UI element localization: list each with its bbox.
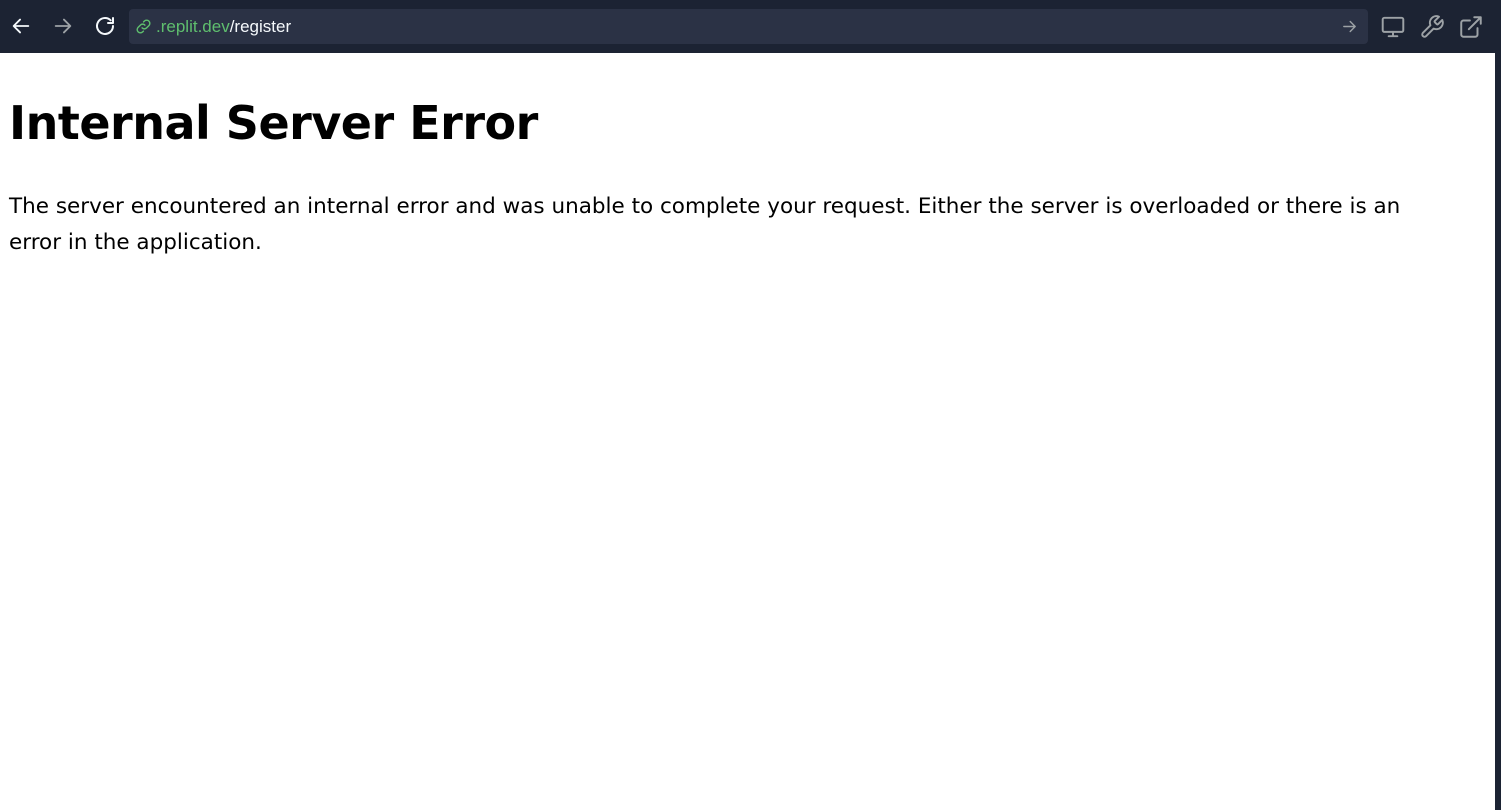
reload-button[interactable]: [93, 10, 117, 42]
back-button[interactable]: [9, 10, 33, 42]
error-message: The server encountered an internal error…: [9, 194, 1401, 255]
open-new-tab-button[interactable]: [1458, 14, 1484, 40]
browser-window: .replit.dev/register Internal Server Err…: [0, 0, 1501, 810]
reload-icon: [96, 17, 114, 35]
monitor-icon: [1381, 16, 1405, 38]
arrow-right-icon: [54, 18, 72, 34]
wrench-icon: [1421, 15, 1444, 38]
url-domain: .replit.dev: [156, 17, 230, 36]
go-button[interactable]: [1341, 18, 1358, 35]
address-bar[interactable]: .replit.dev/register: [129, 9, 1368, 44]
browser-toolbar: .replit.dev/register: [0, 0, 1501, 53]
forward-button[interactable]: [51, 10, 75, 42]
url-text[interactable]: .replit.dev/register: [156, 17, 291, 37]
device-preview-button[interactable]: [1380, 14, 1406, 40]
arrow-left-icon: [12, 18, 30, 34]
link-icon: [136, 19, 151, 34]
page-title: Internal Server Error: [9, 96, 538, 150]
window-edge: [1495, 53, 1501, 810]
devtools-button[interactable]: [1419, 14, 1445, 40]
page-content: Internal Server Error The server encount…: [0, 53, 1495, 810]
url-path: /register: [229, 17, 292, 36]
external-link-icon: [1460, 16, 1482, 38]
